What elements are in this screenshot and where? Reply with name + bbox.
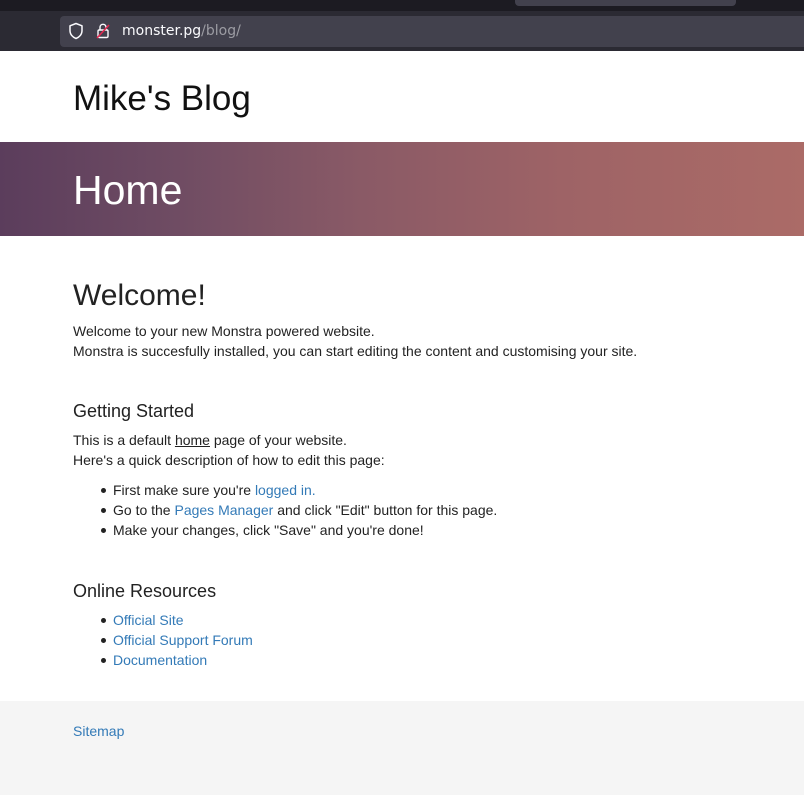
welcome-heading: Welcome!	[73, 279, 206, 312]
online-resources-heading: Online Resources	[73, 581, 217, 601]
intro-text-line2: Monstra is succesfully installed, you ca…	[73, 343, 638, 359]
default-page-text: This is a default home page of your webs…	[73, 430, 347, 450]
step-item-pages-manager: Go to the Pages Manager and click "Edit"…	[113, 500, 497, 520]
insecure-lock-icon[interactable]	[96, 23, 110, 39]
step-text-after: and click "Edit" button for this page.	[273, 502, 498, 518]
bullet-icon	[101, 488, 106, 493]
default-page-text-after: page of your website.	[209, 432, 347, 448]
official-site-link[interactable]: Official Site	[113, 610, 184, 630]
edit-description-text: Here's a quick description of how to edi…	[73, 452, 385, 468]
bullet-icon	[101, 528, 106, 533]
url-text[interactable]: monster.pg/blog/	[122, 21, 241, 41]
getting-started-heading: Getting Started	[73, 401, 195, 421]
step-item-login: First make sure you're logged in.	[113, 480, 316, 500]
bullet-icon	[101, 618, 106, 623]
step-text: Go to the	[113, 502, 175, 518]
support-forum-link[interactable]: Official Support Forum	[113, 630, 253, 650]
pages-manager-link[interactable]: Pages Manager	[174, 502, 273, 518]
bullet-icon	[101, 638, 106, 643]
logged-in-link[interactable]: logged in.	[255, 482, 316, 498]
bullet-icon	[101, 508, 106, 513]
page-title: Home	[73, 167, 183, 213]
site-footer	[0, 701, 804, 795]
step-text: First make sure you're	[113, 482, 255, 498]
bullet-icon	[101, 658, 106, 663]
home-link[interactable]: home	[175, 432, 210, 448]
sitemap-link[interactable]: Sitemap	[73, 721, 124, 741]
intro-text-line1: Welcome to your new Monstra powered webs…	[73, 323, 375, 339]
documentation-link[interactable]: Documentation	[113, 650, 207, 670]
browser-search-box[interactable]	[515, 0, 736, 6]
url-path: /blog/	[201, 23, 241, 39]
site-title[interactable]: Mike's Blog	[73, 78, 251, 120]
step-item-save: Make your changes, click "Save" and you'…	[113, 522, 424, 538]
url-host: monster.pg	[122, 23, 202, 39]
default-page-text-before: This is a default	[73, 432, 175, 448]
tracking-protection-shield-icon[interactable]	[68, 22, 84, 40]
